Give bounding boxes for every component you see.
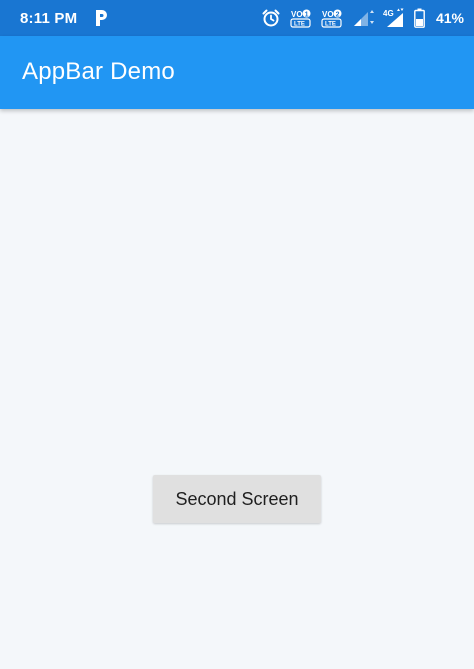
sim2-sub: LTE (325, 22, 336, 28)
sim1-sub: LTE (294, 22, 305, 28)
signal-sim1-icon (352, 8, 374, 28)
network-type: 4G (383, 9, 394, 18)
status-icons: VO 1 LTE VO 2 LTE 4G 41% (261, 8, 464, 28)
app-bar: AppBar Demo (0, 36, 474, 109)
app-bar-title: AppBar Demo (22, 57, 175, 85)
app-screen: 8:11 PM VO 1 LTE VO 2 LTE 4G 41% AppBar … (0, 0, 474, 669)
status-bar: 8:11 PM VO 1 LTE VO 2 LTE 4G 41% (0, 0, 474, 36)
alarm-icon (261, 8, 281, 28)
volte-sim2-icon: VO 2 LTE (321, 8, 343, 28)
battery-percent: 41% (435, 10, 464, 26)
main-content: Second Screen (0, 109, 474, 669)
second-screen-button[interactable]: Second Screen (153, 475, 321, 523)
volte-sim1-icon: VO 1 LTE (290, 8, 312, 28)
sim1-num: 1 (305, 11, 309, 18)
p-notification-icon (93, 9, 109, 27)
sim2-num: 2 (336, 11, 340, 18)
status-time: 8:11 PM (20, 9, 78, 27)
sim1-label: VO (291, 10, 303, 19)
battery-icon (414, 8, 425, 28)
signal-sim2-icon: 4G (383, 8, 405, 28)
sim2-label: VO (322, 10, 334, 19)
